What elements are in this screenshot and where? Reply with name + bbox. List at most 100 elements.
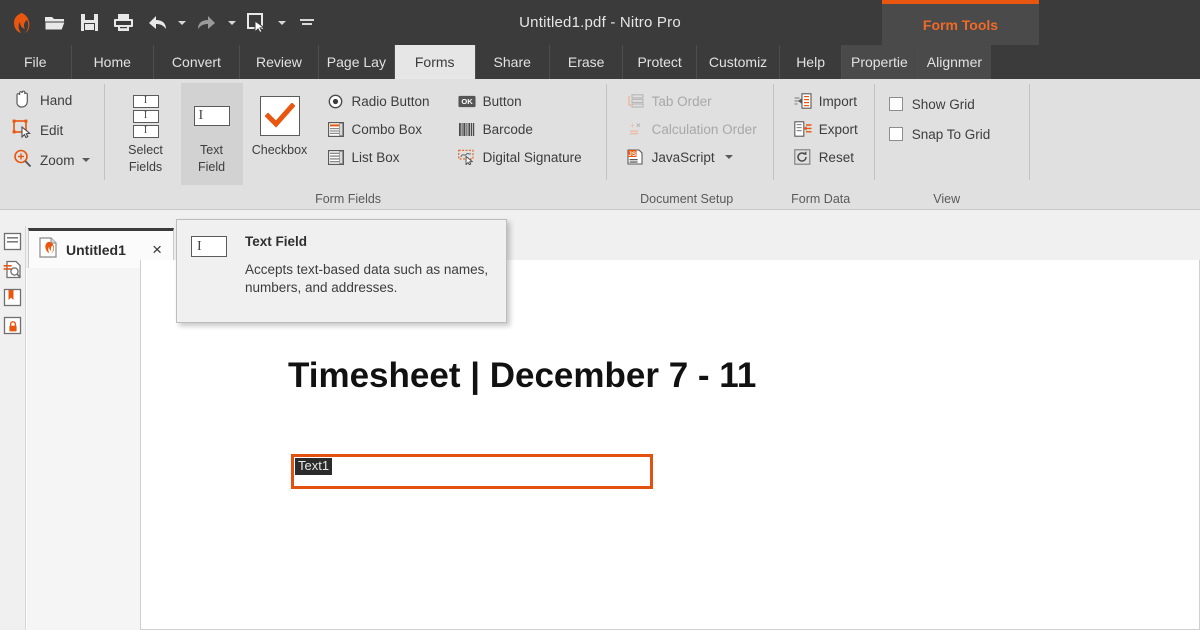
item-javascript-label: JavaScript (652, 150, 715, 165)
ribbon-group-navigation: Hand Edit (0, 79, 105, 210)
bookmarks-panel-icon[interactable] (2, 286, 24, 308)
find-panel-icon[interactable] (2, 258, 24, 280)
select-fields-icon: I I I (133, 91, 159, 141)
contextual-tab-group-form-tools: Form Tools (882, 0, 1039, 45)
customize-qat-icon[interactable] (290, 3, 324, 43)
list-box-icon (327, 148, 345, 166)
button-checkbox[interactable]: Checkbox (243, 83, 317, 185)
button-select-fields-label-2: Fields (129, 160, 162, 175)
tooltip-text-field: I Text Field Accepts text-based data suc… (176, 219, 507, 323)
pdf-document-icon (39, 237, 58, 263)
item-digital-signature[interactable]: Digital Signature (454, 145, 586, 169)
item-push-button-label: Button (483, 94, 522, 109)
button-text-field-label-2: Field (198, 160, 225, 175)
item-tab-order-label: Tab Order (652, 94, 712, 109)
item-tab-order[interactable]: Tab Order (623, 89, 761, 113)
item-radio-button-label: Radio Button (352, 94, 430, 109)
group-label-view: View (875, 192, 1019, 206)
redo-dropdown-icon[interactable] (224, 3, 240, 43)
tab-help[interactable]: Help (779, 45, 841, 79)
tab-protect[interactable]: Protect (622, 45, 695, 79)
group-label-form-fields: Form Fields (105, 192, 592, 206)
redo-icon[interactable] (190, 3, 224, 43)
close-icon[interactable]: × (149, 241, 165, 258)
ribbon-group-view: Show Grid Snap To Grid View (875, 79, 1019, 210)
form-data-items: Import (784, 89, 868, 169)
item-list-box-label: List Box (352, 150, 400, 165)
tab-page-layout[interactable]: Page Lay (318, 45, 394, 79)
checkbox-show-grid[interactable]: Show Grid (889, 91, 991, 117)
tool-edit[interactable]: Edit (8, 117, 94, 143)
tab-home[interactable]: Home (71, 45, 153, 79)
item-reset-label: Reset (819, 150, 854, 165)
item-reset[interactable]: Reset (790, 145, 862, 169)
tool-hand-label: Hand (40, 93, 72, 108)
pages-panel-icon[interactable] (2, 230, 24, 252)
document-tab-label: Untitled1 (66, 242, 141, 258)
ribbon-group-form-data: Import (774, 79, 868, 210)
tab-share[interactable]: Share (475, 45, 549, 79)
security-panel-icon[interactable] (2, 314, 24, 336)
radio-button-icon (327, 92, 345, 110)
print-icon[interactable] (106, 3, 140, 43)
hand-icon (12, 88, 33, 112)
form-field-name-label: Text1 (295, 458, 332, 475)
item-list-box[interactable]: List Box (323, 145, 434, 169)
button-select-fields-label-1: Select (128, 143, 163, 158)
tab-review[interactable]: Review (239, 45, 318, 79)
tab-properties[interactable]: Propertie (841, 45, 917, 79)
zoom-dropdown-icon[interactable] (82, 158, 90, 162)
barcode-icon (458, 120, 476, 138)
checkbox-snap-to-grid-label: Snap To Grid (912, 127, 991, 142)
group-label-document-setup: Document Setup (607, 192, 767, 206)
item-push-button[interactable]: OK Button (454, 89, 586, 113)
document-setup-items: Tab Order + × Calculat (617, 89, 767, 169)
show-grid-checkbox-box[interactable] (889, 97, 903, 111)
item-calculation-order[interactable]: + × Calculation Order (623, 117, 761, 141)
item-import[interactable]: Import (790, 89, 862, 113)
button-select-fields[interactable]: I I I Select Fields (111, 83, 181, 185)
snap-to-grid-checkbox-box[interactable] (889, 127, 903, 141)
tab-convert[interactable]: Convert (153, 45, 239, 79)
select-dropdown-icon[interactable] (274, 3, 290, 43)
tab-order-icon (627, 92, 645, 110)
item-export[interactable]: Export (790, 117, 862, 141)
checkbox-snap-to-grid[interactable]: Snap To Grid (889, 121, 991, 147)
reset-icon (794, 148, 812, 166)
zoom-icon (12, 148, 33, 172)
edit-icon (12, 118, 33, 142)
tab-file[interactable]: File (0, 45, 71, 79)
open-icon[interactable] (38, 3, 72, 43)
undo-icon[interactable] (140, 3, 174, 43)
item-radio-button[interactable]: Radio Button (323, 89, 434, 113)
item-combo-box[interactable]: Combo Box (323, 117, 434, 141)
push-button-icon: OK (458, 92, 476, 110)
tab-erase[interactable]: Erase (549, 45, 623, 79)
form-fields-column-a: Radio Button (317, 89, 440, 169)
tool-hand[interactable]: Hand (8, 87, 94, 113)
svg-text:JS: JS (628, 151, 637, 158)
javascript-dropdown-icon[interactable] (725, 155, 733, 159)
item-javascript[interactable]: JS JavaScript (623, 145, 761, 169)
form-field-text1[interactable]: Text1 (291, 454, 653, 489)
button-text-field[interactable]: I Text Field (181, 83, 243, 185)
tab-alignment[interactable]: Alignmer (917, 45, 991, 79)
item-combo-box-label: Combo Box (352, 122, 423, 137)
item-calculation-order-label: Calculation Order (652, 122, 757, 137)
form-fields-column-b: OK Button (440, 89, 592, 169)
item-barcode[interactable]: Barcode (454, 117, 586, 141)
tool-zoom[interactable]: Zoom (8, 147, 94, 173)
digital-signature-icon (458, 148, 476, 166)
save-icon[interactable] (72, 3, 106, 43)
title-bar: Untitled1.pdf - Nitro Pro (0, 0, 1200, 45)
text-field-icon: I (191, 234, 241, 322)
page-title: Timesheet | December 7 - 11 (288, 356, 756, 396)
tool-edit-label: Edit (40, 123, 63, 138)
undo-dropdown-icon[interactable] (174, 3, 190, 43)
nitro-logo-icon[interactable] (4, 3, 38, 43)
ribbon-group-form-fields: I I I Select Fields I Text (105, 79, 592, 210)
ribbon-tab-bar: File Home Convert Review Page Lay Forms … (0, 45, 1200, 79)
select-tool-icon[interactable] (240, 3, 274, 43)
tab-forms[interactable]: Forms (394, 45, 475, 79)
tab-customize[interactable]: Customiz (696, 45, 779, 79)
